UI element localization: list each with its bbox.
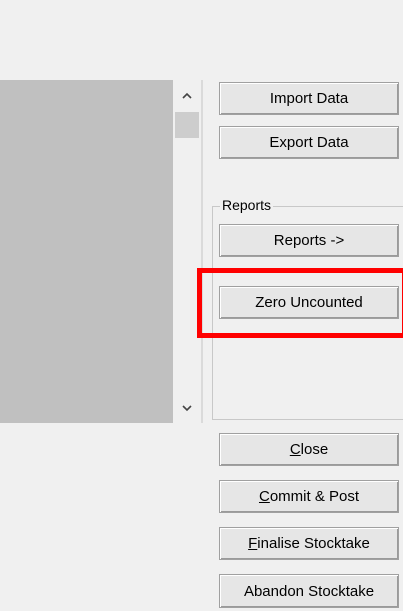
panel-divider bbox=[201, 80, 203, 423]
finalise-stocktake-button[interactable]: Finalise Stocktake bbox=[219, 527, 399, 560]
abandon-stocktake-label: Abandon Stocktake bbox=[243, 582, 375, 600]
close-button[interactable]: Close bbox=[219, 433, 399, 466]
scroll-thumb[interactable] bbox=[175, 112, 199, 138]
chevron-down-icon bbox=[182, 404, 192, 411]
reports-group-label: Reports bbox=[220, 197, 274, 213]
abandon-stocktake-button[interactable]: Abandon Stocktake bbox=[219, 574, 399, 608]
export-data-label: Export Data bbox=[269, 134, 349, 151]
reports-label: Reports -> bbox=[273, 232, 345, 249]
stocktake-list[interactable] bbox=[0, 80, 173, 423]
import-data-label: Import Data bbox=[269, 90, 349, 107]
commit-post-button[interactable]: Commit & Post bbox=[219, 480, 399, 513]
highlight-box bbox=[197, 268, 403, 338]
scroll-down-button[interactable] bbox=[173, 393, 201, 423]
finalise-stocktake-label: Finalise Stocktake bbox=[248, 535, 370, 552]
close-label: Close bbox=[289, 441, 329, 458]
export-data-button[interactable]: Export Data bbox=[219, 126, 399, 159]
vertical-scrollbar[interactable] bbox=[173, 80, 201, 423]
chevron-up-icon bbox=[182, 92, 192, 99]
import-data-button[interactable]: Import Data bbox=[219, 82, 399, 115]
reports-button[interactable]: Reports -> bbox=[219, 224, 399, 257]
scroll-up-button[interactable] bbox=[173, 80, 201, 110]
commit-post-label: Commit & Post bbox=[258, 488, 360, 505]
